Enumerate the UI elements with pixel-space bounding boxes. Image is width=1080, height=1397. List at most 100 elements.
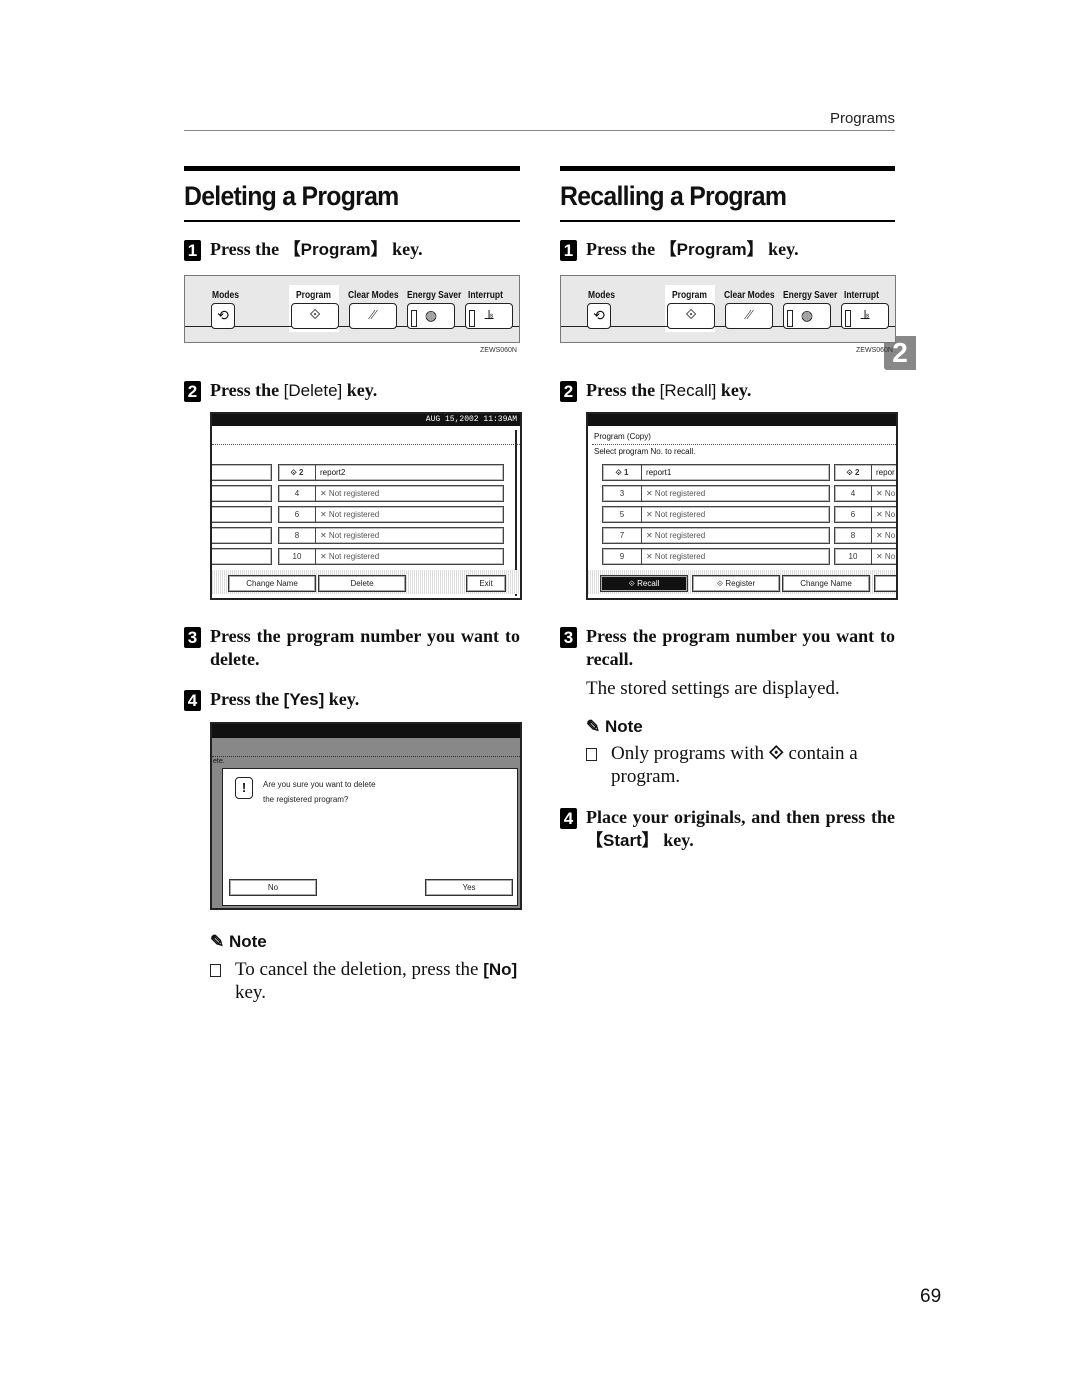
slot-number: ⟐ 2	[279, 465, 316, 480]
modes-key[interactable]: ⟲	[211, 303, 235, 329]
control-panel-figure: Modes Program Clear Modes Energy Saver I…	[184, 275, 520, 354]
program-slot-button[interactable]	[212, 527, 272, 544]
program-slot-button[interactable]: 4 ✕ Not registered	[278, 485, 504, 502]
delete-button[interactable]: Delete	[318, 575, 406, 592]
exit-button[interactable]: Exit	[466, 575, 506, 592]
step-2: 2 Press the [Delete] key.	[184, 379, 520, 402]
program-slot-button[interactable]: 8 ✕ Not registered	[278, 527, 504, 544]
program-slot-button[interactable]: 6 ✕ Not registered	[278, 506, 504, 523]
slot-name: ✕ No	[876, 510, 896, 519]
note-item: To cancel the deletion, press the [No] k…	[210, 958, 520, 1004]
program-slot-button[interactable]: 10 ✕ No	[834, 548, 896, 565]
figure-code: ZEWS060N	[480, 347, 517, 354]
modes-key[interactable]: ⟲	[587, 303, 611, 329]
slot-number: 3	[603, 486, 642, 501]
clear-modes-key[interactable]: ⁄⁄	[725, 303, 773, 329]
program-key-label: 【Program】	[659, 240, 764, 259]
screen-instruction: Select program No. to recall.	[594, 447, 696, 456]
slot-name: ✕ No	[876, 552, 896, 561]
slot-name: ✕ Not registered	[320, 552, 380, 561]
program-slot-button[interactable]	[212, 548, 272, 565]
slot-name: ✕ No	[876, 531, 896, 540]
slot-name: report1	[646, 468, 672, 477]
slot-number: 5	[603, 507, 642, 522]
note-item: Only programs with ⟐ contain a program.	[586, 742, 895, 788]
program-slot-button[interactable]	[212, 485, 272, 502]
step-number: 1	[184, 240, 201, 261]
program-slot-button[interactable]: 6 ✕ No	[834, 506, 896, 523]
slot-name: ✕ Not registered	[646, 489, 706, 498]
program-slot-button[interactable]: ⟐ 2 repor	[834, 464, 896, 481]
confirm-dialog: ! Are you sure you want to delete the re…	[222, 768, 518, 906]
section-heading-deleting: Deleting a Program	[184, 166, 520, 222]
register-button[interactable]: ⟐ Register	[692, 575, 780, 592]
step-1: 1 Press the 【Program】 key.	[184, 238, 520, 261]
slot-name: ✕ No	[876, 489, 896, 498]
program-icon: ⟐	[628, 579, 638, 588]
no-button[interactable]: No	[229, 879, 317, 896]
running-head: Programs	[184, 110, 895, 131]
step-1: 1 Press the 【Program】 key.	[560, 238, 895, 261]
recall-button[interactable]: ⟐ Recall	[600, 575, 688, 592]
note-heading: ✎ Note	[586, 717, 643, 736]
slot-number: 6	[835, 507, 872, 522]
slot-name: repor	[876, 468, 895, 477]
section-heading-recalling: Recalling a Program	[560, 166, 895, 222]
program-slot-button[interactable]	[212, 464, 272, 481]
clear-modes-key[interactable]: ⁄⁄	[349, 303, 397, 329]
clear-icon: ⁄⁄	[370, 308, 376, 323]
delete-confirm-screen: ete. ! Are you sure you want to delete t…	[210, 722, 522, 910]
slot-number: 6	[279, 507, 316, 522]
slot-name: ✕ Not registered	[646, 552, 706, 561]
slot-name: ✕ Not registered	[646, 510, 706, 519]
program-slot-button[interactable]: 3 ✕ Not registered	[602, 485, 830, 502]
program-slot-button[interactable]: 10 ✕ Not registered	[278, 548, 504, 565]
step-3: 3 Press the program number you want to r…	[560, 625, 895, 671]
slot-number: ⟐ 2	[835, 465, 872, 480]
section-title: Recalling a Program	[560, 181, 787, 211]
confirm-message-line1: Are you sure you want to delete	[263, 780, 376, 789]
slot-name: ✕ Not registered	[320, 531, 380, 540]
checkbox-bullet-icon	[210, 964, 221, 977]
program-key[interactable]: ⟐	[291, 303, 339, 329]
slot-name: ✕ Not registered	[320, 510, 380, 519]
slot-number: 8	[279, 528, 316, 543]
screen-title: Program (Copy)	[594, 432, 651, 441]
slot-name: ✕ Not registered	[320, 489, 380, 498]
partial-button[interactable]	[874, 575, 896, 592]
slot-name: report2	[320, 468, 346, 477]
recall-program-screen: Program (Copy) Select program No. to rec…	[586, 412, 898, 600]
program-slot-button[interactable]: 8 ✕ No	[834, 527, 896, 544]
program-slot-button[interactable]	[212, 506, 272, 523]
confirm-message-line2: the registered program?	[263, 795, 349, 804]
program-slot-button[interactable]: 7 ✕ Not registered	[602, 527, 830, 544]
program-icon: ⟐	[309, 308, 321, 323]
delete-key-label: [Delete]	[283, 381, 343, 400]
slot-name: ✕ Not registered	[646, 531, 706, 540]
program-key[interactable]: ⟐	[667, 303, 715, 329]
program-slot-button[interactable]: 5 ✕ Not registered	[602, 506, 830, 523]
slot-number: 7	[603, 528, 642, 543]
slot-number: 4	[279, 486, 316, 501]
yes-button[interactable]: Yes	[425, 879, 513, 896]
program-slot-button[interactable]: 9 ✕ Not registered	[602, 548, 830, 565]
step-3-detail: The stored settings are displayed.	[586, 678, 840, 699]
program-slot-button[interactable]: ⟐ 2 report2	[278, 464, 504, 481]
step-4: 4 Press the [Yes] key.	[184, 688, 520, 711]
change-name-button[interactable]: Change Name	[228, 575, 316, 592]
slot-number: 10	[279, 549, 316, 564]
control-panel-figure: Modes Program Clear Modes Energy Saver I…	[560, 275, 896, 354]
program-slot-button[interactable]: ⟐ 1 report1	[602, 464, 830, 481]
change-name-button[interactable]: Change Name	[782, 575, 870, 592]
slot-number: ⟐ 1	[603, 465, 642, 480]
start-key-label: 【Start】	[586, 831, 659, 850]
no-key-label: [No]	[483, 960, 518, 979]
warning-icon: !	[235, 777, 253, 799]
slot-number: 10	[835, 549, 872, 564]
program-icon: ⟐	[685, 308, 697, 323]
program-slot-button[interactable]: 4 ✕ No	[834, 485, 896, 502]
page-number: 69	[920, 1286, 942, 1307]
note-heading: ✎ Note	[210, 932, 267, 951]
slot-number: 8	[835, 528, 872, 543]
recall-key-label: [Recall]	[659, 381, 717, 400]
